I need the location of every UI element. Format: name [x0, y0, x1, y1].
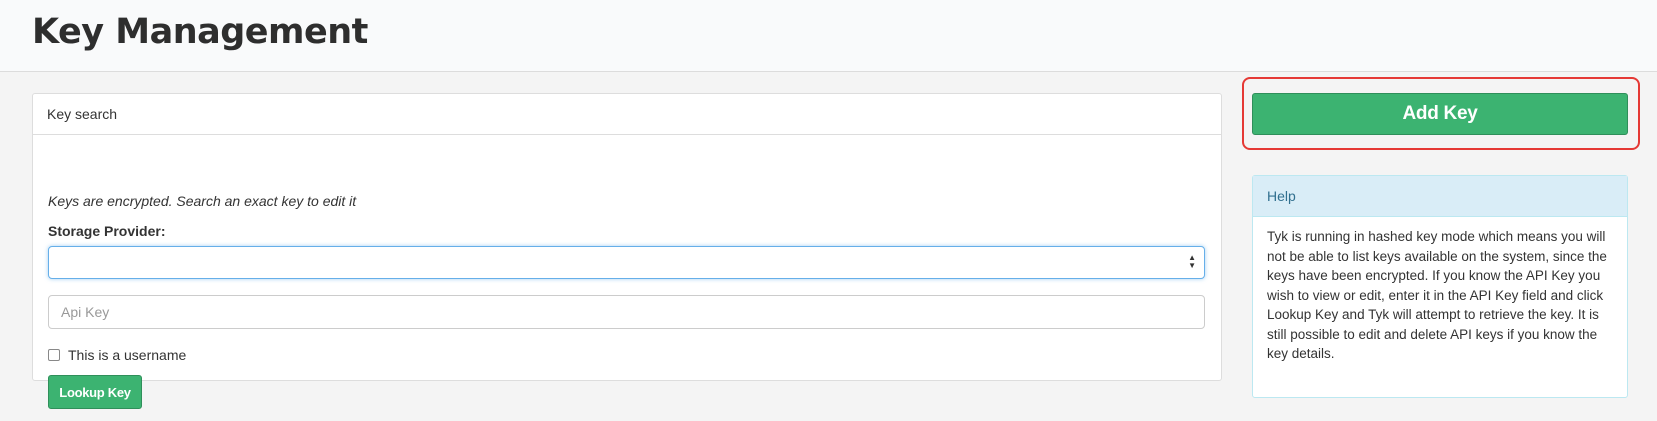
- help-panel: Help Tyk is running in hashed key mode w…: [1252, 175, 1628, 398]
- help-panel-text: Tyk is running in hashed key mode which …: [1267, 229, 1607, 361]
- api-key-input[interactable]: [48, 295, 1205, 329]
- storage-provider-select[interactable]: ▲ ▼: [48, 246, 1205, 279]
- lookup-key-button[interactable]: Lookup Key: [48, 375, 142, 409]
- key-search-panel: Key search Keys are encrypted. Search an…: [32, 93, 1222, 409]
- storage-provider-label: Storage Provider:: [48, 223, 166, 239]
- key-search-intro-text: Keys are encrypted. Search an exact key …: [48, 193, 357, 209]
- page-title: Key Management: [32, 12, 368, 52]
- key-search-panel-title: Key search: [33, 94, 1221, 135]
- page-header: Key Management: [0, 0, 1657, 72]
- add-key-button[interactable]: Add Key: [1252, 93, 1628, 135]
- username-checkbox-label: This is a username: [68, 347, 187, 363]
- username-checkbox[interactable]: [48, 349, 60, 361]
- username-checkbox-row[interactable]: This is a username: [48, 347, 186, 363]
- select-arrows-icon: ▲ ▼: [1188, 253, 1196, 270]
- help-panel-title: Help: [1253, 176, 1627, 217]
